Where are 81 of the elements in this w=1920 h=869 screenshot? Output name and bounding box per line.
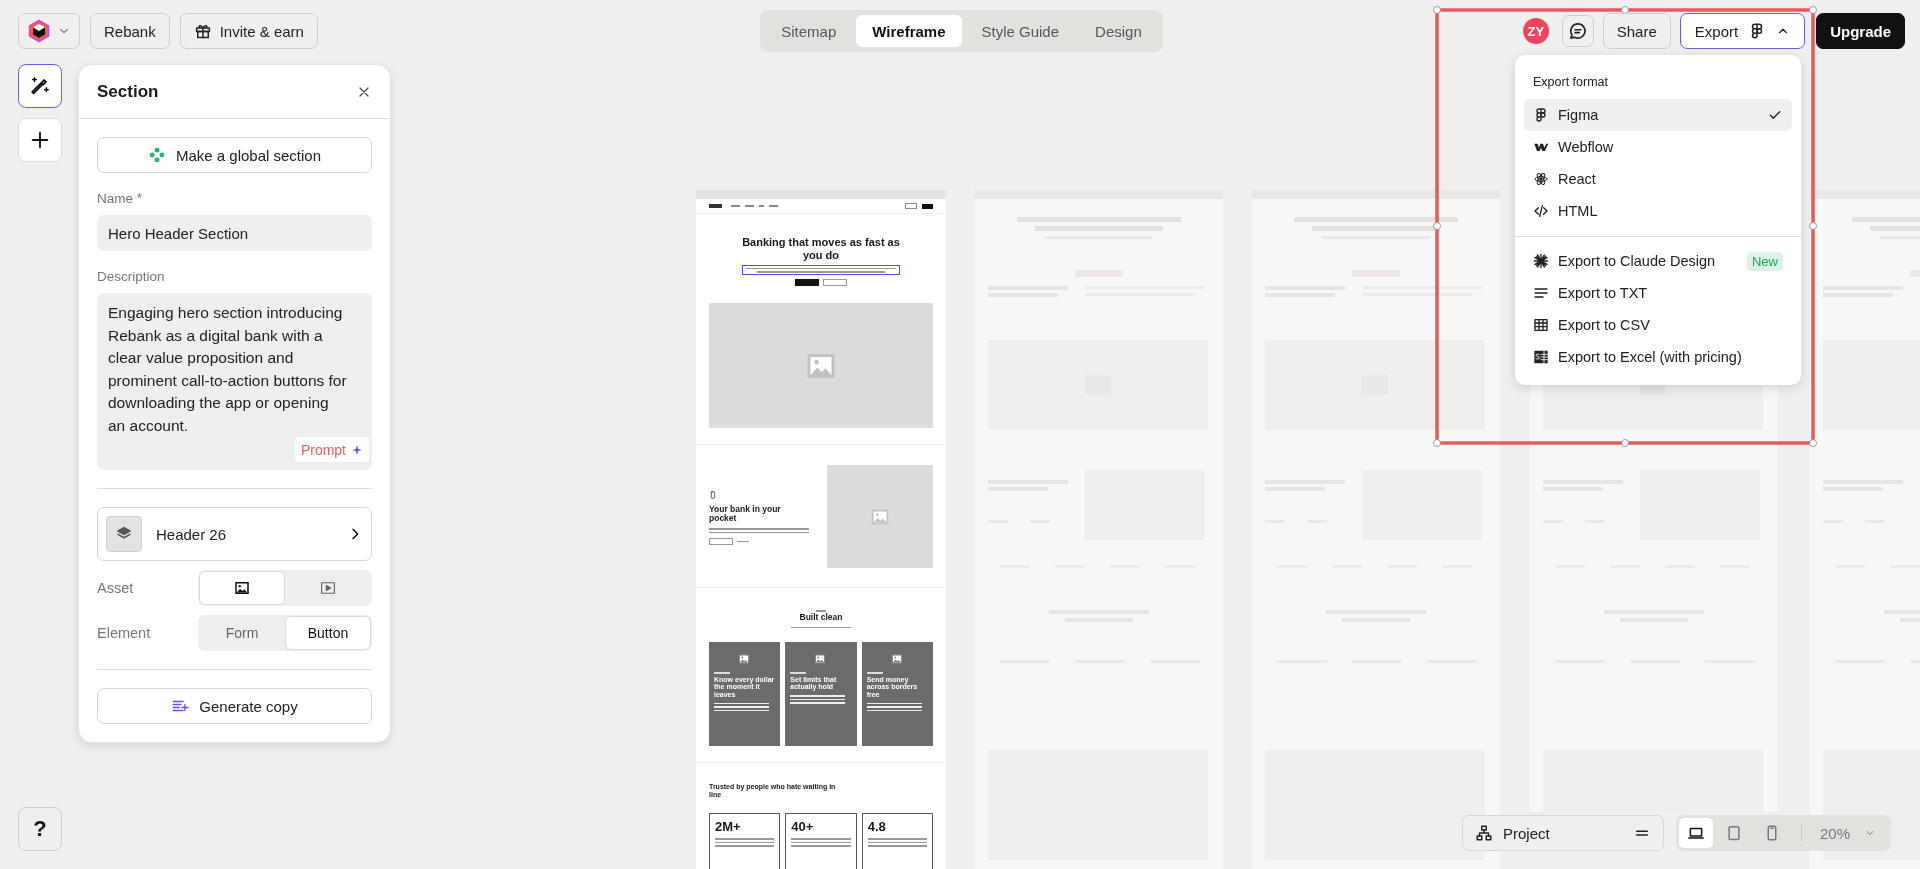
starburst-icon [1533, 253, 1549, 269]
field-label: Name [97, 191, 133, 206]
export-menu-item[interactable]: Export to Claude Design New [1524, 245, 1792, 277]
view-tab[interactable]: Design [1079, 15, 1158, 47]
field-label: Element [97, 625, 152, 641]
view-tab[interactable]: Sitemap [765, 15, 853, 47]
export-format-item[interactable]: Webflow [1524, 131, 1792, 163]
element-option[interactable]: Form [200, 617, 284, 649]
field-label: Description [97, 269, 166, 284]
generate-copy-button[interactable]: Generate copy [97, 688, 372, 724]
view-tab[interactable]: Wireframe [856, 15, 962, 47]
export-menu-item[interactable]: Export to CSV [1524, 309, 1792, 341]
panel-title: Section [97, 81, 159, 102]
text-lines-drawing [816, 610, 826, 612]
new-badge: New [1747, 251, 1783, 271]
app-menu-button[interactable] [18, 13, 80, 49]
text-lines-drawing [866, 672, 883, 674]
export-menu-item[interactable]: Export to TXT [1524, 277, 1792, 309]
text-lines-drawing [791, 838, 851, 847]
plus-icon [29, 129, 51, 151]
tablet-icon [1725, 824, 1743, 842]
export-button[interactable]: Export [1679, 13, 1806, 49]
upgrade-button[interactable]: Upgrade [1816, 13, 1905, 49]
image-icon [233, 579, 251, 597]
export-format-item[interactable]: React [1524, 163, 1792, 195]
field-label: Asset [97, 580, 135, 596]
app-logo-icon [27, 19, 51, 43]
text-lines-drawing [790, 695, 846, 704]
stat-value: 40+ [791, 819, 815, 835]
help-button[interactable]: ? [18, 807, 62, 851]
text-lines-drawing [714, 672, 730, 674]
export-menu-item[interactable]: Export to Excel (with pricing) [1524, 341, 1792, 373]
view-tab[interactable]: Style Guide [965, 15, 1076, 47]
clover-icon [147, 146, 166, 164]
project-name-button[interactable]: Rebank [90, 13, 170, 49]
text-lines-drawing [714, 702, 769, 712]
comments-button[interactable] [1561, 15, 1594, 47]
add-button[interactable] [18, 118, 62, 162]
section-heading: Your bank in your pocket [709, 504, 782, 525]
text-lines-drawing [737, 540, 749, 543]
phone-icon [709, 488, 717, 501]
name-field[interactable]: Hero Header Section [97, 215, 372, 251]
text-lines-icon [1533, 285, 1549, 301]
atom-icon [1533, 171, 1549, 187]
share-button[interactable]: Share [1602, 13, 1671, 49]
code-icon [1533, 203, 1549, 219]
section-heading: Built clean [799, 612, 843, 623]
asset-option[interactable] [200, 572, 284, 604]
figma-icon [1533, 107, 1549, 123]
required-mark: * [137, 191, 142, 206]
sitemap-icon [1475, 824, 1493, 842]
zoom-select[interactable]: 20% [1814, 824, 1889, 842]
stat-value: 2M+ [715, 819, 742, 835]
element-option[interactable]: Button [286, 617, 370, 649]
description-field[interactable]: Engaging hero section introducing Rebank as a digital bank with a clear value proposition and prominent call-to-action buttons for downloading the app or opening an account. Prompt [97, 293, 372, 470]
text-lines-drawing [715, 838, 775, 847]
text-lines-drawing [790, 672, 807, 674]
stat-value: 4.8 [867, 819, 887, 835]
hero-heading: Banking that moves as fast as you do [741, 236, 901, 263]
project-button[interactable]: Project [1462, 815, 1664, 851]
text-lines-drawing [866, 702, 922, 712]
text-lines-drawing [867, 838, 927, 847]
chat-bubble-icon [1567, 21, 1588, 41]
export-format-item[interactable]: HTML [1524, 195, 1792, 227]
export-format-item[interactable]: Figma [1524, 99, 1792, 131]
magic-tool-button[interactable] [18, 64, 62, 108]
magic-wand-icon [29, 75, 51, 97]
invite-button[interactable]: Invite & earn [179, 13, 318, 49]
selection-frame[interactable] [1433, 6, 1817, 447]
component-row[interactable]: Header 26 [97, 507, 372, 561]
play-icon [319, 579, 337, 597]
table-icon [1533, 317, 1549, 333]
image-icon [736, 652, 752, 667]
text-lines-drawing [791, 626, 851, 629]
user-avatar[interactable]: ZY [1522, 18, 1549, 44]
global-section-button[interactable]: Make a global section [97, 137, 372, 173]
menu-heading: Export format [1532, 74, 1610, 91]
gift-icon [193, 22, 212, 40]
device-button[interactable] [1679, 818, 1713, 848]
component-name: Header 26 [156, 525, 228, 543]
spreadsheet-icon [1533, 349, 1549, 365]
